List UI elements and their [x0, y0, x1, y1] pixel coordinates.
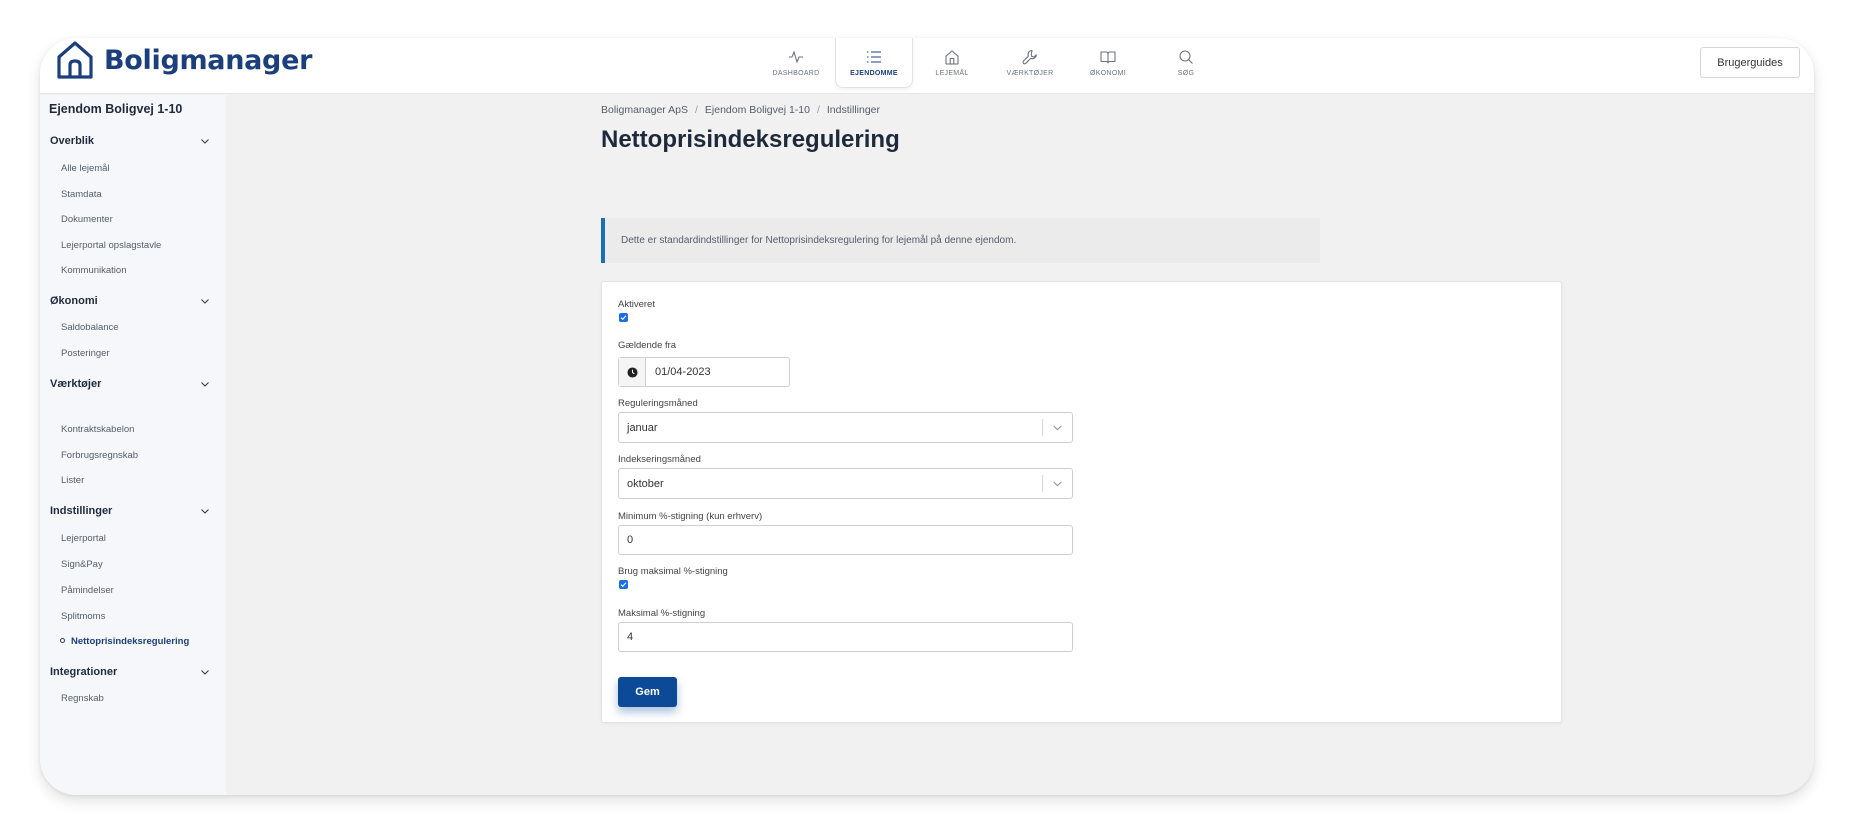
sidebar-title: Ejendom Boligvej 1-10 [49, 102, 183, 116]
activated-label: Aktiveret [618, 299, 655, 310]
breadcrumb-item[interactable]: Ejendom Boligvej 1-10 [705, 104, 810, 116]
index-month-label: Indekseringsmåned [618, 454, 701, 465]
chevron-down-icon [201, 382, 209, 387]
index-month-value: oktober [627, 477, 664, 490]
sidebar-item-dokumenter[interactable]: Dokumenter [61, 214, 113, 225]
home-icon [945, 50, 959, 65]
valid-from-datepicker[interactable]: 01/04-2023 [618, 357, 790, 387]
nav-lejemaal[interactable]: LEJEMÅL [913, 38, 991, 88]
valid-from-value: 01/04-2023 [655, 366, 711, 378]
check-icon [620, 582, 627, 588]
select-divider [1042, 475, 1043, 492]
activity-icon [789, 50, 803, 64]
page-title: Nettoprisindeksregulering [601, 126, 900, 153]
sidebar-item-paamindelser[interactable]: Påmindelser [61, 585, 114, 596]
min-increase-label: Minimum %-stigning (kun erhverv) [618, 511, 763, 522]
check-icon [620, 315, 627, 321]
sidebar-group-overblik[interactable]: Overblik [50, 135, 210, 147]
valid-from-label: Gældende fra [618, 340, 677, 351]
regulation-month-value: januar [627, 421, 658, 434]
sidebar-item-lister[interactable]: Lister [61, 475, 84, 486]
wrench-icon [1022, 49, 1037, 65]
nav-label: ØKONOMI [1090, 70, 1126, 77]
sidebar-item-alle-lejemaal[interactable]: Alle lejemål [61, 163, 110, 174]
sidebar-item-stamdata[interactable]: Stamdata [61, 189, 102, 200]
sidebar-group-oekonomi[interactable]: Økonomi [50, 295, 210, 307]
chevron-down-icon [201, 299, 209, 304]
app-window: Boligmanager DASHBOARD EJENDOMME LEJEMÅL… [40, 38, 1814, 795]
sidebar-group-integrationer[interactable]: Integrationer [50, 666, 210, 678]
book-icon [1100, 51, 1116, 64]
app-name: Boligmanager [104, 44, 313, 76]
activated-checkbox[interactable] [619, 313, 628, 322]
main-nav: DASHBOARD EJENDOMME LEJEMÅL VÆRKTØJER ØK… [757, 38, 1225, 94]
breadcrumb-item[interactable]: Indstillinger [827, 104, 880, 116]
sidebar-group-label: Overblik [50, 135, 95, 147]
use-max-label: Brug maksimal %-stigning [618, 566, 728, 577]
chevron-down-icon [201, 670, 209, 675]
max-increase-input[interactable]: 4 [618, 622, 1073, 652]
sidebar-item-lejerportal-opslagstavle[interactable]: Lejerportal opslagstavle [61, 240, 161, 251]
logo[interactable]: Boligmanager [56, 40, 312, 80]
sidebar-group-label: Værktøjer [50, 378, 102, 390]
regulation-month-select[interactable]: januar [618, 412, 1073, 443]
info-alert: Dette er standardindstillinger for Netto… [601, 218, 1320, 263]
clock-icon[interactable] [619, 358, 646, 386]
user-guides-button[interactable]: Brugerguides [1700, 47, 1800, 78]
sidebar-item-regnskab[interactable]: Regnskab [61, 693, 104, 704]
nav-vaerktoejer[interactable]: VÆRKTØJER [991, 38, 1069, 88]
save-button[interactable]: Gem [618, 677, 677, 707]
sidebar-item-splitmoms[interactable]: Splitmoms [61, 611, 105, 622]
settings-form: Aktiveret Gældende fra 01/04-2023 Regule… [601, 281, 1562, 723]
select-divider [1042, 419, 1043, 436]
breadcrumb-separator: / [816, 104, 820, 116]
sidebar-group-vaerktoejer[interactable]: Værktøjer [50, 378, 210, 390]
nav-label: LEJEMÅL [935, 70, 969, 77]
sidebar-item-lejerportal[interactable]: Lejerportal [61, 533, 106, 544]
sidebar-item-label: Nettoprisindeksregulering [71, 636, 190, 647]
chevron-down-icon [201, 139, 209, 144]
sidebar-item-saldobalance[interactable]: Saldobalance [61, 322, 119, 333]
chevron-down-icon [1053, 425, 1062, 431]
info-text: Dette er standardindstillinger for Netto… [621, 235, 1017, 246]
min-increase-input[interactable]: 0 [618, 525, 1073, 555]
search-icon [1179, 50, 1193, 64]
sidebar-group-label: Økonomi [50, 295, 98, 307]
sidebar-group-label: Integrationer [50, 666, 118, 678]
active-indicator-icon [60, 637, 65, 643]
sidebar-group-indstillinger[interactable]: Indstillinger [50, 505, 210, 517]
sidebar-group-label: Indstillinger [50, 505, 113, 517]
nav-label: SØG [1177, 70, 1195, 77]
breadcrumb: Boligmanager ApS / Ejendom Boligvej 1-10 / I… [601, 104, 880, 116]
regulation-month-label: Reguleringsmåned [618, 398, 698, 409]
sidebar-item-posteringer[interactable]: Posteringer [61, 348, 110, 359]
nav-label: DASHBOARD [772, 70, 820, 77]
sidebar-item-forbrugsregnskab[interactable]: Forbrugsregnskab [61, 450, 138, 461]
sidebar-item-kontraktskabelon[interactable]: Kontraktskabelon [61, 424, 134, 435]
house-logo-icon [57, 41, 93, 79]
max-increase-label: Maksimal %-stigning [618, 608, 706, 619]
nav-ejendomme[interactable]: EJENDOMME [835, 38, 913, 88]
chevron-down-icon [1053, 481, 1062, 487]
index-month-select[interactable]: oktober [618, 468, 1073, 499]
chevron-down-icon [201, 509, 209, 514]
sidebar-item-nettoprisindeksregulering[interactable]: Nettoprisindeksregulering [60, 636, 190, 647]
list-icon [867, 50, 881, 63]
use-max-checkbox[interactable] [619, 580, 628, 589]
sidebar [40, 95, 226, 795]
sidebar-item-kommunikation[interactable]: Kommunikation [61, 265, 126, 276]
sidebar-item-signpay[interactable]: Sign&Pay [61, 559, 103, 570]
nav-label: VÆRKTØJER [1006, 70, 1054, 77]
top-bar: Boligmanager DASHBOARD EJENDOMME LEJEMÅL… [40, 38, 1814, 94]
nav-dashboard[interactable]: DASHBOARD [757, 38, 835, 88]
breadcrumb-separator: / [694, 104, 698, 116]
nav-oekonomi[interactable]: ØKONOMI [1069, 38, 1147, 88]
breadcrumb-item[interactable]: Boligmanager ApS [601, 104, 688, 116]
nav-label: EJENDOMME [850, 69, 898, 77]
nav-soeg[interactable]: SØG [1147, 38, 1225, 88]
